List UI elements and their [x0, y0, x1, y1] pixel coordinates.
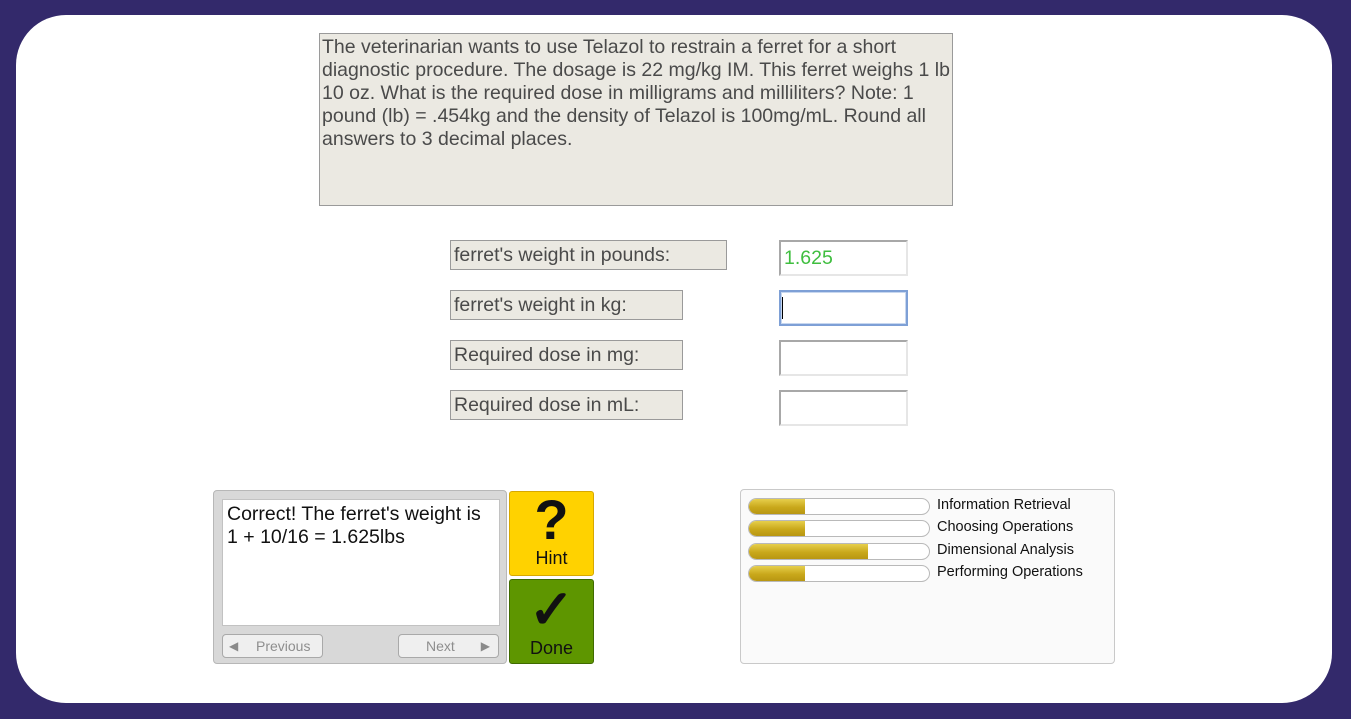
feedback-message: Correct! The ferret's weight is 1 + 10/1… [222, 499, 500, 626]
next-button[interactable]: Next ▶ [398, 634, 499, 658]
skill-row: Performing Operations [748, 564, 1108, 583]
skill-name: Performing Operations [937, 564, 1083, 580]
feedback-panel: Correct! The ferret's weight is 1 + 10/1… [213, 490, 507, 664]
hint-label: Hint [535, 548, 568, 568]
done-button[interactable]: ✓ Done [509, 579, 594, 664]
skill-progress-fill [749, 544, 868, 559]
skill-progress-fill [749, 566, 805, 581]
skill-name: Dimensional Analysis [937, 542, 1075, 558]
skill-progress-bar [748, 565, 930, 582]
input-weight-kg[interactable] [779, 290, 908, 326]
input-dose-ml[interactable] [779, 390, 908, 426]
next-label: Next [426, 638, 455, 654]
problem-statement: The veterinarian wants to use Telazol to… [319, 33, 953, 206]
skill-row: Dimensional Analysis [748, 542, 1108, 561]
previous-label: Previous [256, 638, 311, 654]
text-caret [782, 297, 783, 319]
hint-button[interactable]: ? Hint [509, 488, 594, 576]
skill-progress-bar [748, 520, 930, 537]
skill-progress-fill [749, 521, 805, 536]
question-mark-icon: ? [534, 488, 569, 551]
done-label: Done [529, 638, 574, 658]
triangle-right-icon: ▶ [480, 639, 490, 653]
skill-row: Information Retrieval [748, 497, 1108, 516]
label-dose-mg: Required dose in mg: [450, 340, 683, 370]
skills-panel: Information Retrieval Choosing Operation… [740, 489, 1115, 664]
label-weight-kg: ferret's weight in kg: [450, 290, 683, 320]
triangle-left-icon: ◀ [229, 639, 239, 653]
checkmark-icon: ✓ [528, 580, 575, 640]
input-dose-mg[interactable] [779, 340, 908, 376]
input-weight-pounds[interactable] [779, 240, 908, 276]
skill-name: Information Retrieval [937, 497, 1071, 513]
previous-button[interactable]: ◀ Previous [222, 634, 323, 658]
skill-name: Choosing Operations [937, 519, 1074, 535]
skill-progress-fill [749, 499, 805, 514]
skill-row: Choosing Operations [748, 519, 1108, 538]
skill-progress-bar [748, 543, 930, 560]
skill-progress-bar [748, 498, 930, 515]
label-dose-ml: Required dose in mL: [450, 390, 683, 420]
label-weight-pounds: ferret's weight in pounds: [450, 240, 727, 270]
